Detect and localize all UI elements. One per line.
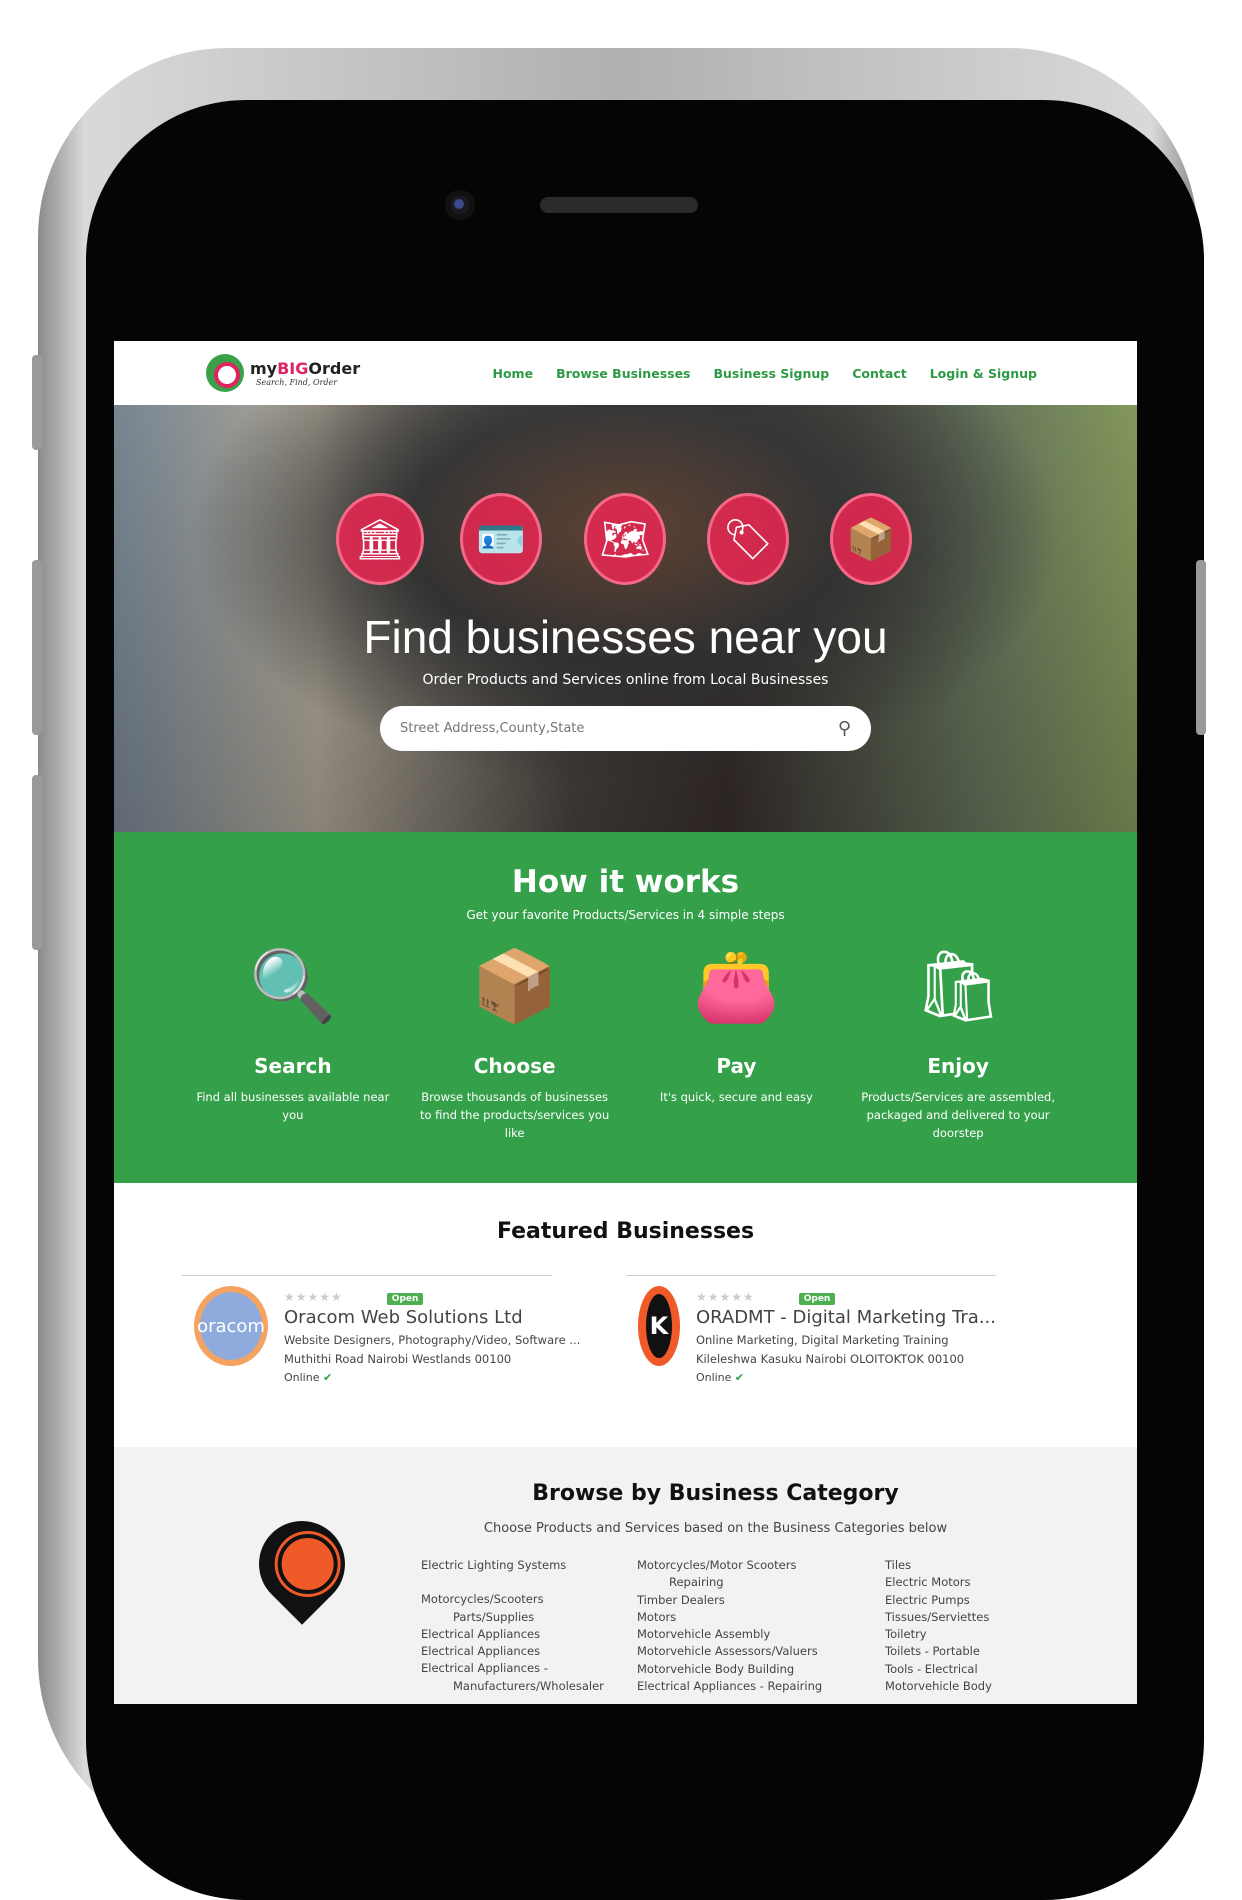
category-link[interactable]: Electric Lighting Systems [421, 1557, 606, 1574]
site-header: myBIGOrder Search, Find, Order Home Brow… [114, 341, 1137, 405]
category-link[interactable]: Motors [637, 1609, 837, 1626]
business-name[interactable]: Oracom Web Solutions Ltd [284, 1307, 580, 1328]
speaker [540, 197, 698, 213]
category-link[interactable]: Tiles [885, 1557, 1035, 1574]
screen: myBIGOrder Search, Find, Order Home Brow… [114, 341, 1137, 1704]
category-link[interactable]: Toiletry [885, 1626, 1035, 1643]
magnifier-icon: 🔍 [249, 944, 337, 1027]
rating-stars: ★★★★★ [284, 1290, 343, 1304]
category-link[interactable]: Motorcycles/Motor Scooters Repairing [637, 1557, 837, 1592]
business-name[interactable]: ORADMT - Digital Marketing Tra... [696, 1307, 996, 1328]
section-title: Featured Businesses [496, 1219, 755, 1244]
logo-text: myBIGOrder [250, 359, 361, 378]
category-link[interactable]: Toilets - Portable [885, 1643, 1035, 1660]
category-link[interactable]: Electric Motors [885, 1574, 1035, 1591]
category-link[interactable]: Electrical Appliances - Repairing [637, 1678, 837, 1695]
box-icon: 📦 [830, 493, 912, 585]
location-search: ⚲ [380, 706, 871, 751]
category-link[interactable]: Electrical Appliances - Manufacturers/Wh… [421, 1660, 606, 1695]
section-subtitle: Get your favorite Products/Services in 4… [466, 908, 785, 922]
camera-icon [445, 190, 475, 220]
category-column-3: Tiles Electric Motors Electric Pumps Tissue… [885, 1557, 1035, 1695]
category-link[interactable]: Tools - Electrical [885, 1661, 1035, 1678]
category-link[interactable]: Tissues/Serviettes [885, 1609, 1035, 1626]
main-nav: Home Browse Businesses Business Signup C… [493, 366, 1038, 381]
category-column-2: Motorcycles/Motor Scooters Repairing Timb… [637, 1557, 837, 1695]
map-pin-icon: 🗺 [584, 493, 666, 585]
nav-home[interactable]: Home [493, 366, 534, 381]
nav-browse-businesses[interactable]: Browse Businesses [556, 366, 690, 381]
logo[interactable]: myBIGOrder Search, Find, Order [206, 354, 360, 392]
tag-icon: 🏷 [707, 493, 789, 585]
category-column-1: Electric Lighting Systems Motorcycles/Sco… [421, 1557, 606, 1695]
business-address: Muthithi Road Nairobi Westlands 00100 [284, 1352, 512, 1366]
business-address: Kileleshwa Kasuku Nairobi OLOITOKTOK 001… [695, 1352, 965, 1366]
hero-subtitle: Order Products and Services online from … [422, 672, 829, 688]
category-link[interactable]: Electric Pumps [885, 1592, 1035, 1609]
category-link[interactable]: Motorvehicle Assessors/Valuers [637, 1643, 837, 1660]
box-icon: 📦 [471, 944, 559, 1027]
category-link[interactable]: Timber Dealers [637, 1592, 837, 1609]
section-title: Browse by Business Category [532, 1481, 899, 1506]
step-title: Search [254, 1054, 332, 1078]
business-card[interactable]: oracom ★★★★★ Open Oracom Web Solutions Lt… [182, 1275, 580, 1384]
step-text: Browse thousands of businesses to find t… [419, 1090, 610, 1140]
how-it-works: How it works Get your favorite Products/… [114, 832, 1137, 1183]
business-categories: Online Marketing, Digital Marketing Trai… [695, 1333, 949, 1347]
nav-business-signup[interactable]: Business Signup [714, 366, 830, 381]
business-logo: oracom [194, 1286, 268, 1366]
step-pay: 👛 Pay It's quick, secure and easy [626, 932, 848, 1142]
rating-stars: ★★★★★ [695, 1290, 755, 1304]
step-text: Products/Services are assembled, package… [861, 1090, 1055, 1140]
mute-switch [32, 355, 42, 450]
check-icon: ✔ [322, 1371, 333, 1384]
status-badge: Open [386, 1293, 424, 1305]
step-search: 🔍 Search Find all businesses available nea… [182, 932, 404, 1142]
business-card[interactable]: K ★★★★★ Open ORADMT - Digital Marketing T… [626, 1275, 996, 1384]
logo-cart-icon [206, 354, 244, 392]
nav-contact[interactable]: Contact [852, 366, 906, 381]
section-title: How it works [511, 864, 740, 900]
check-icon: ✔ [734, 1371, 745, 1384]
category-link[interactable]: Electrical Appliances [421, 1626, 606, 1643]
volume-down-button [32, 775, 42, 950]
online-status: Online ✔ [695, 1371, 745, 1384]
search-icon[interactable]: ⚲ [838, 718, 851, 739]
category-link[interactable]: Motorvehicle Assembly [637, 1626, 837, 1643]
step-title: Enjoy [927, 1054, 989, 1078]
hero-title: Find businesses near you [363, 611, 888, 663]
nav-login-signup[interactable]: Login & Signup [930, 366, 1037, 381]
hero: 🏛 🪪 🗺 🏷 📦 Find businesses near you Order… [114, 405, 1137, 832]
business-categories: Website Designers, Photography/Video, So… [284, 1333, 581, 1347]
chef-hat-map-pin-icon [241, 1503, 363, 1625]
business-logo: K [638, 1286, 680, 1366]
section-subtitle: Choose Products and Services based on th… [483, 1521, 948, 1536]
location-search-input[interactable] [400, 721, 800, 736]
category-link[interactable]: Motorvehicle Body [885, 1678, 1035, 1695]
featured-businesses: Featured Businesses oracom ★★★★★ Open Ora… [114, 1183, 1137, 1447]
id-card-icon: 🪪 [460, 493, 542, 585]
browse-categories: Browse by Business Category Choose Produ… [114, 1447, 1137, 1704]
step-text: Find all businesses available near you [196, 1090, 390, 1122]
wallet-icon: 👛 [692, 944, 780, 1027]
step-title: Choose [473, 1054, 556, 1078]
category-link [421, 1574, 606, 1591]
category-link[interactable]: Motorcycles/Scooters Parts/Supplies [421, 1591, 606, 1626]
bank-icon: 🏛 [336, 493, 424, 585]
step-enjoy: 🛍 Enjoy Products/Services are assembled, p… [847, 932, 1069, 1142]
step-title: Pay [716, 1054, 757, 1078]
step-text: It's quick, secure and easy [659, 1090, 813, 1104]
category-link[interactable]: Motorvehicle Body Building [637, 1661, 837, 1678]
shopping-bag-icon: 🛍 [913, 944, 1003, 1027]
volume-up-button [32, 560, 42, 735]
online-status: Online ✔ [284, 1371, 333, 1384]
category-link[interactable]: Electrical Appliances [421, 1643, 606, 1660]
logo-tagline: Search, Find, Order [256, 378, 338, 387]
step-choose: 📦 Choose Browse thousands of businesses to… [404, 932, 626, 1142]
status-badge: Open [798, 1293, 836, 1305]
power-button [1196, 560, 1206, 735]
